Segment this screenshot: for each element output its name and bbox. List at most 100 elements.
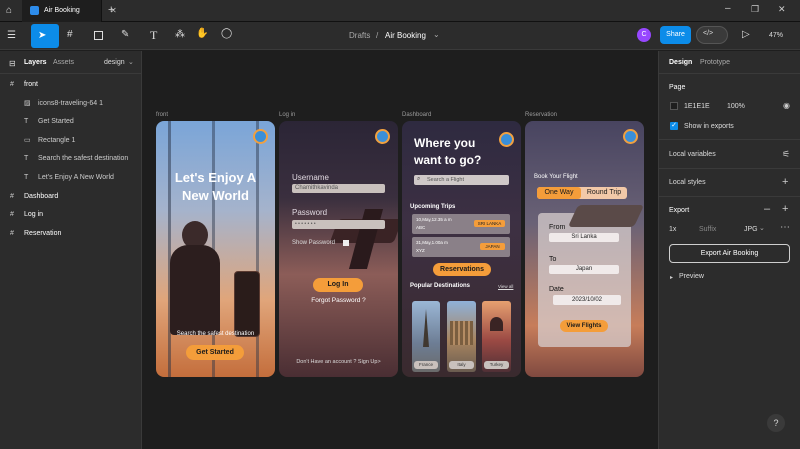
frame-dashboard[interactable]: Where you want to go? ⌕ Search a Flight … [402,121,521,377]
local-styles-label[interactable]: Local styles [669,179,706,186]
rectangle-tool-icon[interactable] [94,31,103,40]
frame-icon: # [10,192,14,200]
present-icon[interactable]: ▷ [742,30,750,40]
pen-tool-icon[interactable]: ✎ [121,30,129,40]
traveler-body [170,245,220,335]
layer-label: icons8-traveling-64 1 [38,99,103,107]
round-trip-option[interactable]: Round Trip [581,187,627,199]
tab-prototype[interactable]: Prototype [700,59,730,66]
search-icon: ⌕ [417,176,421,182]
maximize-icon[interactable]: ❐ [751,4,759,15]
traveling-icon [253,129,268,144]
page-selector[interactable]: design [104,59,125,66]
export-button[interactable]: Export Air Booking [669,244,790,263]
move-tool-button[interactable]: ➤ [31,24,59,48]
destination-card-italy[interactable]: Italy [447,301,476,372]
file-tab[interactable]: Air Booking ✕ [22,0,117,22]
mosque-image [490,317,503,331]
file-name[interactable]: Air Booking [385,31,426,40]
preview-toggle[interactable]: Preview [679,273,704,280]
date-input[interactable]: 2023/10/02 [553,295,621,305]
trip-card[interactable]: 10,May,12.35 a m ABC SRI LANKA [412,214,510,234]
cursor-icon: ➤ [38,30,47,41]
add-export-icon[interactable]: + [782,203,788,215]
view-flights-button[interactable]: View Flights [560,320,608,332]
frame-tool-icon[interactable]: # [67,30,73,40]
destination-name: Italy [449,361,474,369]
show-password-checkbox[interactable] [343,240,349,246]
password-input[interactable]: • • • • • • • [292,220,385,229]
frame-icon: # [10,80,14,88]
chevron-down-icon[interactable]: ⌄ [128,58,134,66]
destination-card-turkey[interactable]: Turkey [482,301,511,372]
layer-rectangle[interactable]: ▭ Rectangle 1 [0,131,142,149]
sign-up-link[interactable]: Don't Have an account ? Sign Up> [279,359,398,365]
layer-front[interactable]: # front [0,75,142,93]
caret-right-icon[interactable]: ▸ [670,274,673,281]
tab-layers[interactable]: Layers [24,59,47,66]
layer-text-enjoy[interactable]: T Let's Enjoy A New World [0,168,142,186]
get-started-button[interactable]: Get Started [186,345,244,360]
help-button[interactable]: ? [767,414,785,432]
local-variables-label[interactable]: Local variables [669,151,716,158]
share-button[interactable]: Share [660,26,691,44]
traveling-icon [623,129,638,144]
eye-icon[interactable]: ◉ [783,101,790,110]
hand-tool-icon[interactable]: ✋ [196,29,208,39]
layer-text-search[interactable]: T Search the safest destination [0,149,142,167]
main-menu-icon[interactable]: ☰ [7,31,16,41]
home-icon[interactable]: ⌂ [6,6,12,16]
reservations-button[interactable]: Reservations [433,263,491,276]
export-suffix-input[interactable]: Suffix [699,226,716,233]
chevron-down-icon[interactable]: ⌄ [759,224,765,232]
minimize-icon[interactable]: – [725,3,731,14]
frame-front[interactable]: Let's Enjoy A New World Search the safes… [156,121,275,377]
tab-assets[interactable]: Assets [53,59,74,66]
export-scale[interactable]: 1x [669,226,676,233]
layer-log-in[interactable]: # Log in [0,205,142,223]
page-color-swatch[interactable] [670,102,678,110]
new-tab-button[interactable]: + [108,4,114,16]
login-button[interactable]: Log In [313,278,363,292]
username-input[interactable]: Chamithkavinda [292,184,385,193]
export-format-select[interactable]: JPG [744,226,758,233]
layer-reservation[interactable]: # Reservation [0,224,142,242]
trip-card[interactable]: 31,May,1.00a m XYZ JAPAN [412,237,510,257]
comment-icon[interactable]: ◯ [221,29,232,39]
page-opacity[interactable]: 100% [727,103,745,110]
layer-dashboard[interactable]: # Dashboard [0,187,142,205]
breadcrumb-drafts[interactable]: Drafts [349,31,370,40]
to-input[interactable]: Japan [549,265,619,274]
frame-login[interactable]: Username Chamithkavinda Password • • • •… [279,121,398,377]
layer-image[interactable]: ▨ icons8-traveling-64 1 [0,94,142,112]
one-way-option[interactable]: One Way [537,187,581,199]
frame-reservation[interactable]: Book Your Flight One Way Round Trip From… [525,121,644,377]
text-tool-icon[interactable]: T [150,28,157,43]
resources-icon[interactable]: ⁂ [175,30,185,40]
variables-settings-icon[interactable]: ⚟ [782,149,790,160]
show-exports-checkbox[interactable]: ✓ [670,122,678,130]
frame-label-reservation: Reservation [525,112,558,118]
view-all-link[interactable]: View all [498,284,513,289]
close-window-icon[interactable]: ✕ [778,4,786,15]
forgot-password-link[interactable]: Forgot Password ? [279,297,398,304]
book-flight-title: Book Your Flight [534,174,578,180]
page-color-hex[interactable]: 1E1E1E [684,103,710,110]
window-frame-line [256,121,259,377]
from-input[interactable]: Sri Lanka [549,233,619,242]
remove-export-icon[interactable]: – [764,203,770,215]
destination-card-france[interactable]: France [412,301,440,372]
search-flight-input[interactable]: ⌕ Search a Flight [414,175,509,185]
tab-design[interactable]: Design [669,59,692,66]
add-style-icon[interactable]: + [782,176,788,188]
layer-text-get-started[interactable]: T Get Started [0,112,142,130]
more-options-icon[interactable]: ⋯ [780,222,790,233]
layer-label: front [24,80,39,88]
avatar[interactable]: C [637,28,651,42]
chevron-down-icon[interactable]: ⌄ [433,30,440,39]
layer-label: Search the safest destination [38,154,129,162]
design-canvas[interactable]: front Let's Enjoy A New World Search the… [142,51,658,449]
zoom-level[interactable]: 47% [769,32,783,39]
panel-icon[interactable]: ⊟ [9,59,16,68]
dev-mode-toggle[interactable]: </> [696,26,728,44]
